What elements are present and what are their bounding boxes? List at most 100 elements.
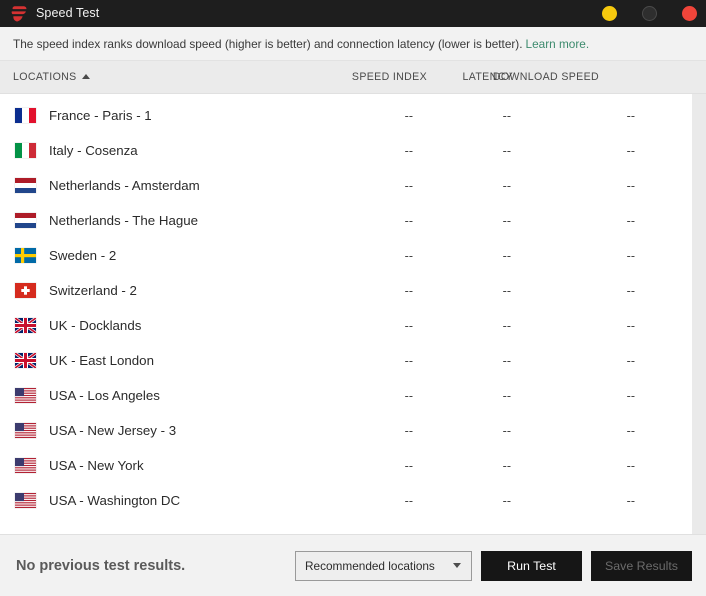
download-speed-value: --	[626, 248, 635, 263]
table-row[interactable]: USA - New Jersey - 3 -- -- --	[0, 413, 692, 448]
speed-index-value: --	[404, 423, 413, 438]
flag-netherlands-icon	[15, 178, 36, 193]
flag-italy-icon	[15, 143, 36, 158]
table-row[interactable]: USA - Washington DC -- -- --	[0, 483, 692, 518]
speed-index-value: --	[404, 388, 413, 403]
location-name: Netherlands - The Hague	[49, 213, 199, 228]
flag-usa-icon	[15, 388, 36, 403]
run-test-button[interactable]: Run Test	[481, 550, 582, 581]
table-row[interactable]: UK - East London -- -- --	[0, 343, 692, 378]
download-speed-value: --	[626, 213, 635, 228]
table-row[interactable]: Netherlands - Amsterdam -- -- --	[0, 168, 692, 203]
location-name: USA - Los Angeles	[49, 388, 160, 403]
close-circle-icon[interactable]	[682, 6, 697, 21]
location-set-select-value: Recommended locations	[305, 558, 435, 573]
latency-value: --	[502, 143, 511, 158]
location-set-select[interactable]: Recommended locations	[295, 550, 472, 581]
location-name: Netherlands - Amsterdam	[49, 178, 200, 193]
footer-controls: Recommended locations Run Test Save Resu…	[295, 550, 692, 581]
location-name: USA - New York	[49, 458, 144, 473]
sort-ascending-caret-icon	[81, 73, 90, 79]
speed-index-value: --	[404, 353, 413, 368]
footer-bar: No previous test results. Recommended lo…	[0, 534, 706, 596]
location-name: USA - New Jersey - 3	[49, 423, 177, 438]
flag-netherlands-icon	[15, 213, 36, 228]
flag-uk-icon	[15, 353, 36, 368]
location-name: UK - East London	[49, 353, 154, 368]
download-speed-value: --	[626, 458, 635, 473]
speed-index-value: --	[404, 458, 413, 473]
flag-usa-icon	[15, 493, 36, 508]
save-results-button[interactable]: Save Results	[591, 550, 692, 581]
latency-value: --	[502, 388, 511, 403]
table-header: LOCATIONS SPEED INDEX LATENCY DOWNLOAD S…	[0, 61, 706, 94]
latency-value: --	[502, 213, 511, 228]
chevron-down-icon	[453, 563, 461, 568]
table-row[interactable]: Netherlands - The Hague -- -- --	[0, 203, 692, 238]
table-row[interactable]: USA - New York -- -- --	[0, 448, 692, 483]
download-speed-value: --	[626, 388, 635, 403]
latency-value: --	[502, 283, 511, 298]
table-row[interactable]: Sweden - 2 -- -- --	[0, 238, 692, 273]
speed-test-window: Speed Test The speed index ranks downloa…	[0, 0, 706, 596]
latency-value: --	[502, 248, 511, 263]
maximize-circle-icon[interactable]	[642, 6, 657, 21]
vertical-scrollbar[interactable]	[692, 94, 706, 534]
latency-value: --	[502, 458, 511, 473]
speed-index-value: --	[404, 108, 413, 123]
latency-value: --	[502, 493, 511, 508]
speed-index-value: --	[404, 213, 413, 228]
title-bar: Speed Test	[0, 0, 706, 27]
table-row[interactable]: USA - Los Angeles -- -- --	[0, 378, 692, 413]
column-header-speed-index[interactable]: SPEED INDEX	[352, 71, 427, 83]
table-row[interactable]: Switzerland - 2 -- -- --	[0, 273, 692, 308]
flag-uk-icon	[15, 318, 36, 333]
download-speed-value: --	[626, 108, 635, 123]
table-row[interactable]: France - Paris - 1 -- -- --	[0, 98, 692, 133]
download-speed-value: --	[626, 493, 635, 508]
location-name: Italy - Cosenza	[49, 143, 138, 158]
flag-switzerland-icon	[15, 283, 36, 298]
location-name: USA - Washington DC	[49, 493, 181, 508]
info-bar-text: The speed index ranks download speed (hi…	[13, 36, 523, 51]
download-speed-value: --	[626, 283, 635, 298]
download-speed-value: --	[626, 143, 635, 158]
location-name: Switzerland - 2	[49, 283, 137, 298]
learn-more-link[interactable]: Learn more.	[526, 37, 590, 51]
speed-index-value: --	[404, 143, 413, 158]
column-header-locations[interactable]: LOCATIONS	[13, 71, 90, 83]
column-header-locations-label: LOCATIONS	[13, 71, 77, 83]
flag-france-icon	[15, 108, 36, 123]
download-speed-value: --	[626, 423, 635, 438]
locations-table: France - Paris - 1 -- -- -- Italy - Cosenza -…	[0, 94, 706, 534]
latency-value: --	[502, 353, 511, 368]
expressvpn-logo-icon	[10, 5, 28, 23]
location-name: Sweden - 2	[49, 248, 117, 263]
window-title: Speed Test	[36, 6, 100, 20]
flag-sweden-icon	[15, 248, 36, 263]
latency-value: --	[502, 318, 511, 333]
table-row[interactable]: UK - Docklands -- -- --	[0, 308, 692, 343]
download-speed-value: --	[626, 353, 635, 368]
speed-index-value: --	[404, 178, 413, 193]
latency-value: --	[502, 178, 511, 193]
latency-value: --	[502, 108, 511, 123]
speed-index-value: --	[404, 248, 413, 263]
download-speed-value: --	[626, 178, 635, 193]
location-name: UK - Docklands	[49, 318, 142, 333]
window-controls	[602, 0, 697, 27]
speed-index-value: --	[404, 318, 413, 333]
previous-results-status: No previous test results.	[16, 557, 186, 574]
column-header-download-speed[interactable]: DOWNLOAD SPEED	[493, 71, 599, 83]
location-name: France - Paris - 1	[49, 108, 152, 123]
flag-usa-icon	[15, 458, 36, 473]
speed-index-value: --	[404, 493, 413, 508]
minimize-circle-icon[interactable]	[602, 6, 617, 21]
locations-list: France - Paris - 1 -- -- -- Italy - Cosenza -…	[0, 94, 692, 534]
speed-index-value: --	[404, 283, 413, 298]
latency-value: --	[502, 423, 511, 438]
table-row[interactable]: Italy - Cosenza -- -- --	[0, 133, 692, 168]
download-speed-value: --	[626, 318, 635, 333]
flag-usa-icon	[15, 423, 36, 438]
info-bar: The speed index ranks download speed (hi…	[0, 27, 706, 61]
